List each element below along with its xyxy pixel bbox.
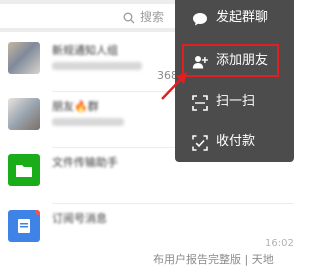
file-transfer-avatar [8, 154, 40, 186]
chat-name: 朋友🔥群 [52, 100, 99, 113]
menu-item-label: 发起群聊 [216, 10, 269, 25]
menu-item-label: 扫一扫 [216, 94, 256, 109]
document-icon [18, 219, 30, 233]
avatar [8, 42, 40, 74]
scan-icon [192, 95, 208, 111]
chat-name: 新规通知人组 [52, 44, 118, 57]
unread-dot [35, 210, 40, 215]
payment-icon [192, 135, 208, 151]
folder-icon [16, 165, 32, 177]
wechat-chat-screen: 搜索 新规通知人组 368 朋友🔥群 文件传输助手 订阅号消息 16:02 布用… [0, 0, 294, 266]
menu-item-scan[interactable]: 扫一扫 [175, 84, 294, 120]
menu-item-payment[interactable]: 收付款 [175, 124, 294, 160]
search-placeholder: 搜索 [140, 10, 165, 24]
chat-row[interactable]: 订阅号消息 16:02 布用户报告完整版 | 天地 [0, 204, 294, 266]
highlight-box [182, 44, 279, 77]
annotation-arrow-icon [161, 72, 187, 100]
menu-item-label: 收付款 [216, 134, 256, 149]
menu-item-group-chat[interactable]: 发起群聊 [175, 0, 294, 36]
chat-preview-blurred [52, 62, 142, 70]
chat-name: 文件传输助手 [52, 156, 118, 169]
chat-bubble-icon [193, 13, 207, 26]
avatar [8, 98, 40, 130]
plus-popup-menu: 发起群聊 添加朋友 扫一扫 收付款 [175, 0, 294, 162]
chat-preview: 布用户报告完整版 | 天地 [153, 253, 274, 266]
subscription-avatar [8, 210, 40, 242]
chat-preview-blurred [52, 118, 124, 126]
chat-name: 订阅号消息 [52, 212, 107, 225]
search-icon [123, 12, 135, 24]
